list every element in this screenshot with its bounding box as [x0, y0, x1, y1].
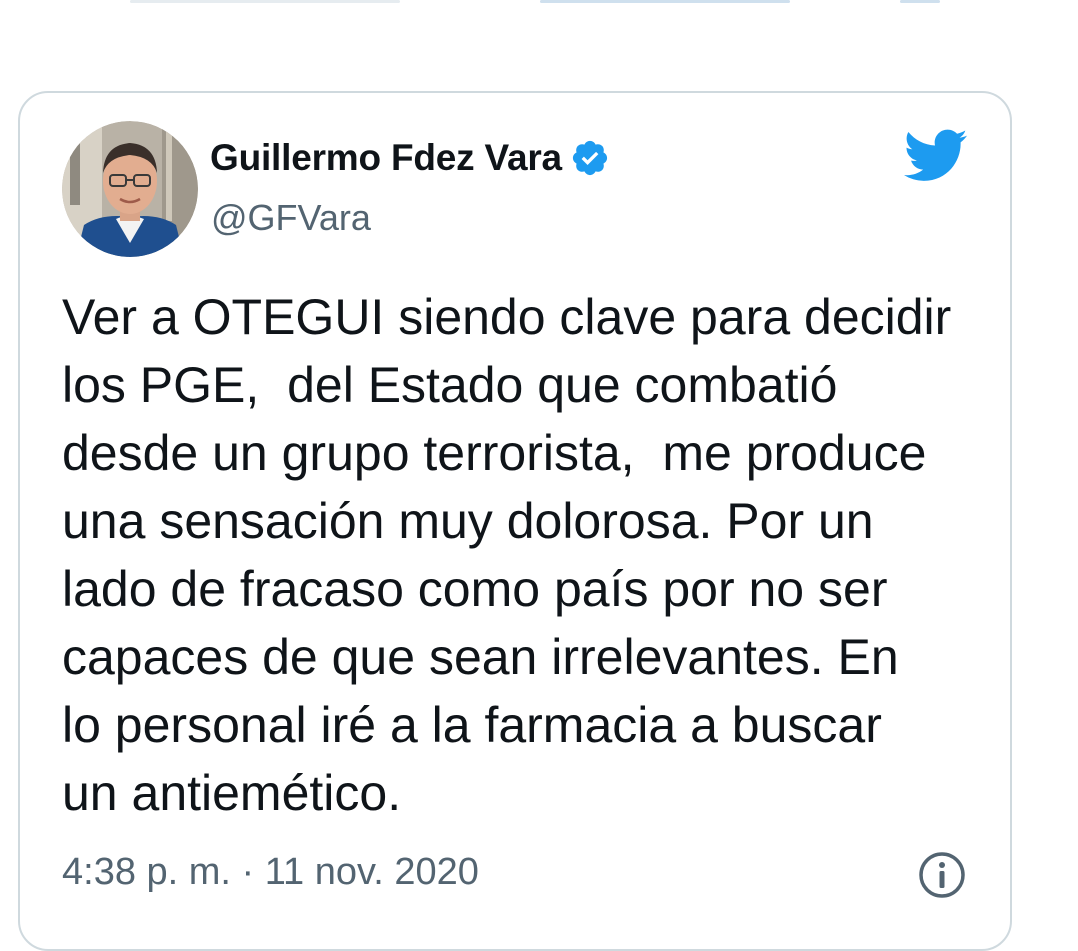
author-name[interactable]: Guillermo Fdez Vara [210, 137, 562, 179]
info-icon[interactable] [917, 850, 967, 900]
top-edge-line [900, 0, 940, 3]
tweet-text: Ver a OTEGUI siendo clave para decidir l… [62, 289, 952, 821]
top-edge-line [540, 0, 790, 3]
avatar-photo [62, 121, 198, 257]
top-edge-line [130, 0, 400, 3]
verified-badge-icon [570, 138, 610, 178]
tweet-timestamp[interactable]: 4:38 p. m. · 11 nov. 2020 [62, 851, 479, 894]
tweet-card[interactable]: Guillermo Fdez Vara @GFVara Ver a OTEGUI… [18, 91, 1012, 951]
top-edge [0, 0, 1078, 6]
author-row: Guillermo Fdez Vara [210, 137, 610, 179]
twitter-bird-icon[interactable] [903, 129, 968, 183]
author-handle[interactable]: @GFVara [211, 197, 371, 239]
avatar[interactable] [62, 121, 198, 257]
